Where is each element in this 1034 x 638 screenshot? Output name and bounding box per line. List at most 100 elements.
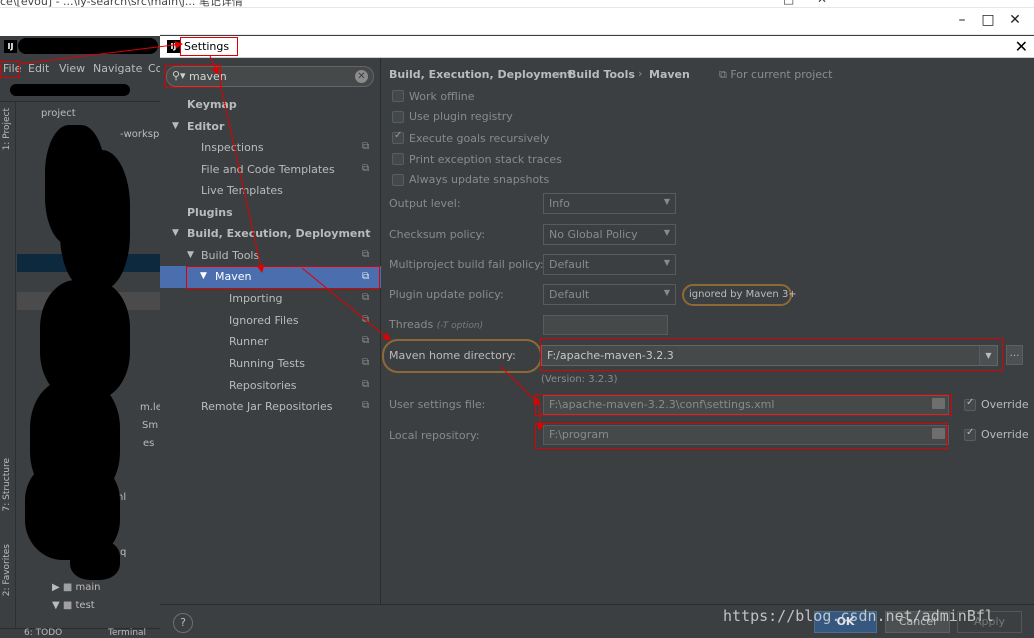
ignored-by-maven-tooltip: ignored by Maven 3+ — [682, 284, 797, 306]
ide-bottom-toolbar: 6: TODO Terminal — [0, 628, 160, 638]
project-scope-icon: ⧉ — [362, 314, 370, 325]
output-level-value: Info — [549, 197, 570, 210]
nav-item-editor[interactable]: Editor — [187, 120, 224, 133]
tree-item-test[interactable]: ▼ ■ test — [52, 600, 95, 611]
breadcrumb-build-tools: Build Tools — [568, 68, 635, 81]
project-panel-title[interactable]: project — [41, 108, 76, 119]
project-tool-tab[interactable]: 1: Project — [2, 108, 12, 150]
expand-triangle-icon[interactable]: ▼ — [187, 250, 194, 260]
dialog-maximize-icon[interactable]: □ — [978, 12, 998, 28]
project-scope-icon: ⧉ — [362, 335, 370, 346]
update-snapshots-checkbox[interactable] — [392, 174, 404, 186]
menu-navigate[interactable]: Navigate — [93, 62, 142, 75]
maven-home-label: Maven home directory: — [389, 349, 516, 362]
minimize-icon[interactable]: – — [748, 0, 754, 6]
print-stack-traces-checkbox[interactable] — [392, 153, 404, 165]
annotation-box-settings — [180, 37, 238, 56]
redaction-mark — [70, 540, 120, 580]
nav-item-running-tests[interactable]: Running Tests — [229, 357, 305, 370]
ide-left-toolstrip: 1: Project 7: Structure 2: Favorites — [0, 102, 16, 638]
tree-item-main[interactable]: ▶ ■ main — [52, 582, 101, 593]
nav-item-repositories[interactable]: Repositories — [229, 379, 297, 392]
help-button[interactable]: ? — [173, 613, 193, 633]
user-settings-override-checkbox[interactable] — [964, 397, 976, 411]
clear-search-icon[interactable]: ✕ — [355, 70, 368, 83]
work-offline-label: Work offline — [409, 90, 475, 103]
nav-item-build-execution[interactable]: Build, Execution, Deployment — [187, 227, 370, 240]
menu-edit[interactable]: Edit — [28, 62, 49, 75]
expand-triangle-icon[interactable]: ▼ — [172, 121, 179, 131]
multiproject-policy-value: Default — [549, 258, 590, 271]
intellij-logo-icon: IJ — [4, 40, 17, 53]
user-settings-override-label: Override — [981, 398, 1029, 411]
work-offline-checkbox[interactable] — [392, 90, 404, 102]
output-level-select[interactable]: Info ▼ — [543, 193, 676, 214]
maven-version-label: (Version: 3.2.3) — [541, 374, 618, 385]
output-level-label: Output level: — [389, 197, 461, 210]
chevron-down-icon: ▼ — [663, 288, 670, 297]
multiproject-policy-label: Multiproject build fail policy: — [389, 258, 544, 271]
checksum-policy-value: No Global Policy — [549, 228, 638, 241]
breadcrumb-separator: › — [638, 67, 643, 80]
user-settings-label: User settings file: — [389, 398, 486, 411]
plugin-registry-checkbox[interactable] — [392, 111, 404, 123]
execute-recursively-checkbox[interactable] — [392, 130, 404, 144]
menu-view[interactable]: View — [59, 62, 85, 75]
favorites-tool-tab[interactable]: 2: Favorites — [2, 544, 12, 596]
nav-item-live-templates[interactable]: Live Templates — [201, 184, 283, 197]
ide-menu-bar: File Edit View Navigate Co — [0, 58, 162, 80]
nav-item-inspections[interactable]: Inspections — [201, 141, 264, 154]
breadcrumb-build-execution: Build, Execution, Deployment — [389, 68, 573, 81]
annotation-box-file — [0, 61, 20, 78]
plugin-registry-label: Use plugin registry — [409, 110, 513, 123]
dialog-minimize-icon[interactable]: – — [952, 12, 972, 28]
multiproject-policy-select[interactable]: Default ▼ — [543, 254, 676, 275]
local-repo-label: Local repository: — [389, 429, 480, 442]
expand-triangle-icon[interactable]: ▼ — [172, 228, 179, 238]
maximize-icon[interactable]: □ — [783, 0, 794, 6]
nav-item-runner[interactable]: Runner — [229, 335, 268, 348]
settings-title-bar: IJ Settings ✕ — [160, 36, 1034, 58]
tree-fragment-2: Sm — [142, 420, 159, 431]
nav-item-build-tools[interactable]: Build Tools — [201, 249, 259, 262]
plugin-update-policy-select[interactable]: Default ▼ — [543, 284, 676, 305]
threads-input[interactable] — [543, 315, 668, 335]
ide-title-bar: ce\[evou] - ...\ly-search\src\main\j... … — [0, 0, 1034, 8]
structure-tool-tab[interactable]: 7: Structure — [2, 458, 12, 512]
execute-recursively-label: Execute goals recursively — [409, 132, 550, 145]
redaction-mark — [60, 150, 130, 290]
checksum-policy-select[interactable]: No Global Policy ▼ — [543, 224, 676, 245]
nav-item-remote-jar-repos[interactable]: Remote Jar Repositories — [201, 400, 332, 413]
breadcrumb-separator: › — [557, 67, 562, 80]
terminal-tool-tab[interactable]: Terminal — [108, 628, 146, 638]
nav-item-file-templates[interactable]: File and Code Templates — [201, 163, 335, 176]
close-icon[interactable]: ✕ — [1015, 37, 1028, 56]
nav-item-ignored-files[interactable]: Ignored Files — [229, 314, 299, 327]
for-current-project-note: ⧉ For current project — [719, 68, 832, 82]
annotation-box-maven — [186, 266, 380, 289]
threads-hint: (-T option) — [436, 321, 484, 331]
nav-item-plugins[interactable]: Plugins — [187, 206, 233, 219]
nav-item-keymap[interactable]: Keymap — [187, 98, 237, 111]
annotation-box-user-settings — [535, 394, 952, 416]
dialog-window-controls: – □ ✕ — [160, 8, 1034, 35]
project-scope-icon: ⧉ — [719, 68, 731, 81]
nav-item-importing[interactable]: Importing — [229, 292, 283, 305]
tree-fragment-1: m.le — [140, 402, 162, 413]
chevron-down-icon: ▼ — [663, 258, 670, 267]
browse-maven-home-button[interactable]: … — [1006, 345, 1023, 365]
todo-tool-tab[interactable]: 6: TODO — [24, 628, 62, 638]
tree-fragment-5: q — [120, 547, 127, 558]
csdn-watermark: https://blog.csdn.net/adminBfl — [723, 607, 994, 625]
project-scope-icon: ⧉ — [362, 249, 370, 260]
annotation-box-search — [165, 65, 221, 88]
close-icon[interactable]: ✕ — [817, 0, 827, 6]
local-repo-override-checkbox[interactable] — [964, 427, 976, 441]
for-current-project-label: For current project — [730, 68, 833, 81]
tree-fragment: -worksp — [120, 129, 160, 140]
ide-title: ce\[evou] - ...\ly-search\src\main\j... … — [0, 0, 243, 8]
chevron-down-icon: ▼ — [663, 228, 670, 237]
project-scope-icon: ⧉ — [362, 400, 370, 411]
dialog-close-window-icon[interactable]: ✕ — [1005, 12, 1025, 28]
project-scope-icon: ⧉ — [362, 292, 370, 303]
